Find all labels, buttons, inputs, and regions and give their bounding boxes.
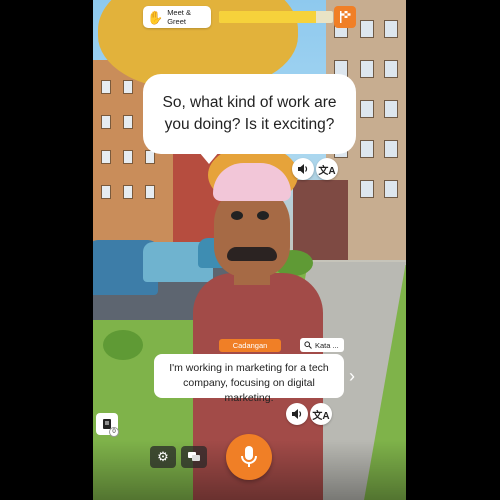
scenario-label: Meet & Greet (167, 8, 191, 26)
speaker-icon (298, 164, 308, 174)
npc-audio-button[interactable] (292, 158, 314, 180)
next-suggestion-button[interactable]: › (345, 364, 359, 388)
chat-button[interactable] (181, 446, 207, 468)
suggestion-tag: Cadangan (219, 339, 281, 352)
speaker-icon (292, 409, 302, 419)
chevron-right-icon: › (349, 366, 355, 386)
bush (103, 330, 143, 360)
answer-audio-button[interactable] (286, 403, 308, 425)
microphone-button[interactable] (226, 434, 272, 480)
microphone-icon (241, 446, 257, 467)
npc-speech-bubble: So, what kind of work are you doing? Is … (143, 74, 356, 164)
gear-icon: ⚙ (157, 449, 169, 464)
progress-bar (219, 11, 333, 23)
answer-translate-button[interactable]: 文A (310, 403, 332, 425)
words-label: Kata ... (315, 340, 339, 350)
notes-count-badge: 0 (109, 427, 119, 437)
settings-button[interactable]: ⚙ (150, 446, 176, 468)
chat-icon (188, 452, 200, 461)
suggested-answer[interactable]: I'm working in marketing for a tech comp… (154, 354, 344, 404)
checkered-flag-icon (340, 11, 351, 23)
progress-fill (219, 11, 316, 23)
npc-translate-button[interactable]: 文A (316, 158, 338, 180)
translate-icon: 文A (312, 410, 330, 422)
waving-hand-icon: ✋ (147, 9, 164, 25)
goal-button[interactable] (334, 6, 356, 28)
words-button[interactable]: Kata ... (300, 338, 344, 352)
search-icon (304, 341, 312, 349)
scenario-badge: ✋ Meet & Greet (143, 6, 211, 28)
translate-icon: 文A (318, 165, 336, 177)
